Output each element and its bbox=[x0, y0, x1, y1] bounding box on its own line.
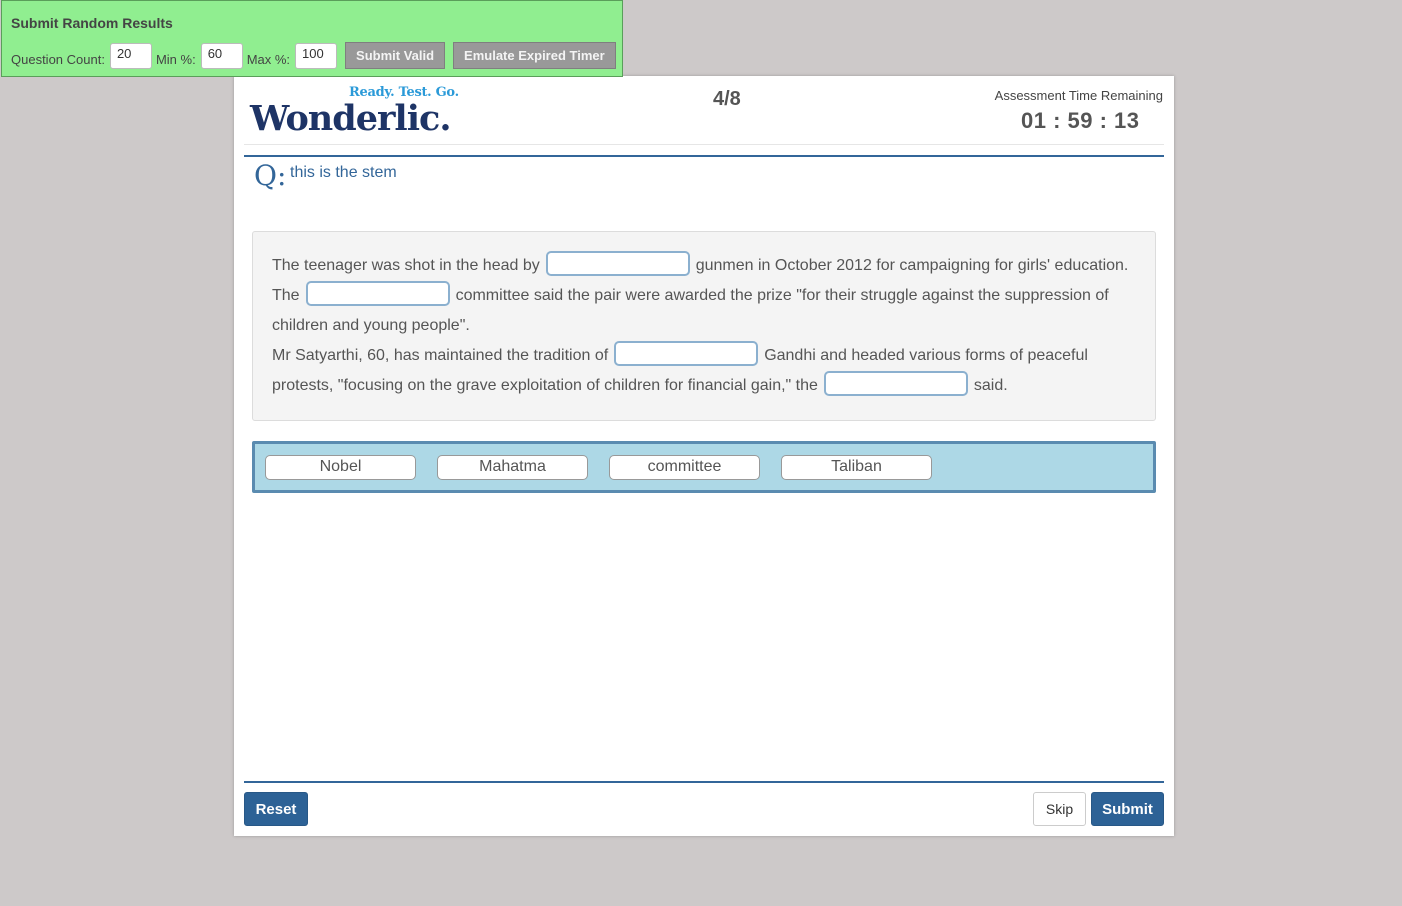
passage-text: Mr Satyarthi, 60, has maintained the tra… bbox=[272, 347, 609, 364]
blank-drop-zone-1[interactable] bbox=[545, 251, 690, 277]
question-stem: this is the stem bbox=[290, 164, 397, 181]
header-divider-light bbox=[244, 144, 1164, 145]
footer-divider bbox=[244, 781, 1164, 783]
timer-value: 01 : 59 : 13 bbox=[1021, 108, 1140, 133]
assessment-card: Ready. Test. Go. Wonderlic. 4/8 Assessme… bbox=[234, 76, 1174, 836]
blank-drop-zone-3[interactable] bbox=[614, 341, 759, 367]
reset-button[interactable]: Reset bbox=[244, 792, 308, 826]
word-chip-committee[interactable]: committee bbox=[609, 454, 760, 480]
word-chip-mahatma[interactable]: Mahatma bbox=[437, 454, 588, 480]
header-divider bbox=[244, 155, 1164, 157]
question-count-input[interactable] bbox=[109, 42, 152, 69]
passage-text: said. bbox=[973, 377, 1008, 394]
wonderlic-logo: Ready. Test. Go. Wonderlic. bbox=[250, 84, 460, 140]
min-percent-input[interactable] bbox=[200, 42, 243, 69]
word-chip-taliban[interactable]: Taliban bbox=[781, 454, 932, 480]
question-progress: 4/8 bbox=[713, 88, 741, 110]
min-percent-label: Min %: bbox=[155, 52, 196, 67]
blank-drop-zone-2[interactable] bbox=[305, 281, 450, 307]
debug-panel-title: Submit Random Results bbox=[11, 15, 173, 31]
debug-controls: Question Count: Min %: Max %: Submit Val… bbox=[11, 42, 620, 69]
max-percent-input[interactable] bbox=[295, 42, 338, 69]
question-count-label: Question Count: bbox=[11, 52, 105, 67]
submit-button[interactable]: Submit bbox=[1091, 792, 1164, 826]
max-percent-label: Max %: bbox=[246, 52, 291, 67]
question-marker: Q: bbox=[254, 159, 287, 192]
skip-button[interactable]: Skip bbox=[1033, 792, 1086, 826]
word-bank: Nobel Mahatma committee Taliban bbox=[252, 441, 1156, 493]
logo-wordmark: Wonderlic. bbox=[250, 98, 452, 139]
debug-panel: Submit Random Results Question Count: Mi… bbox=[1, 0, 623, 77]
fill-in-passage: The teenager was shot in the head by gunm… bbox=[252, 231, 1156, 421]
emulate-expired-timer-button[interactable]: Emulate Expired Timer bbox=[453, 42, 616, 69]
word-chip-nobel[interactable]: Nobel bbox=[265, 454, 416, 480]
submit-valid-button[interactable]: Submit Valid bbox=[345, 42, 446, 69]
timer-label: Assessment Time Remaining bbox=[994, 88, 1163, 103]
passage-text: The teenager was shot in the head by bbox=[272, 257, 540, 274]
blank-drop-zone-4[interactable] bbox=[823, 371, 968, 397]
